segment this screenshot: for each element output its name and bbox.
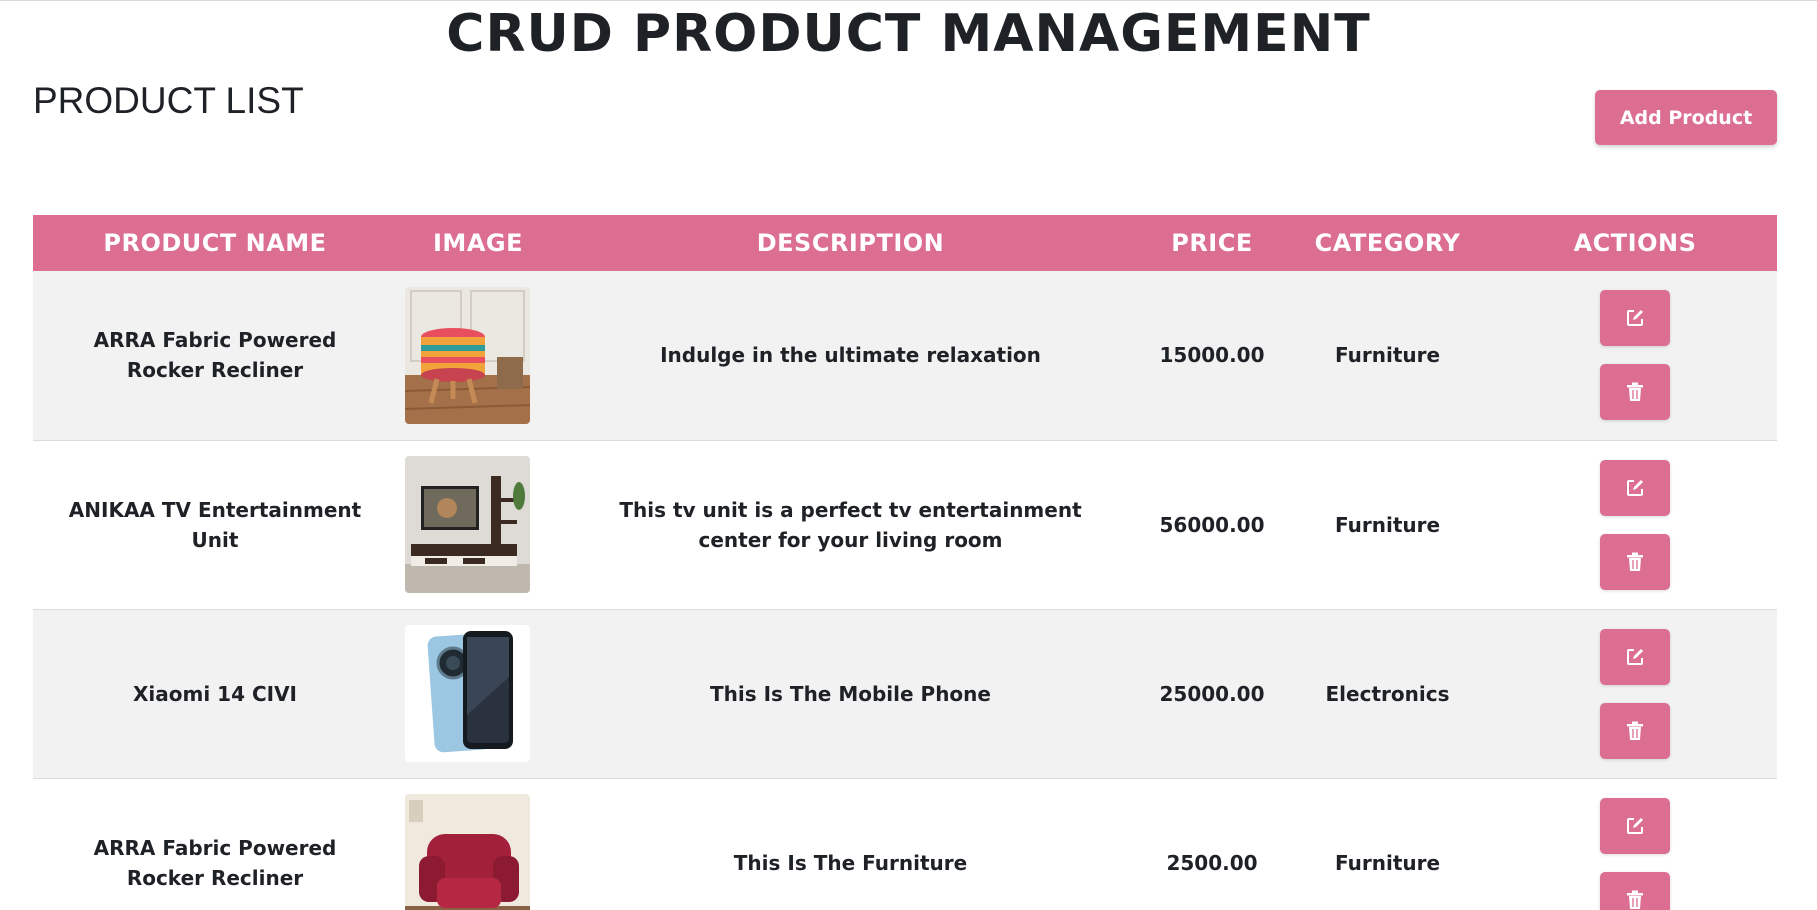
delete-button[interactable] [1600,871,1670,910]
header-price: PRICE [1171,229,1253,257]
add-product-button[interactable]: Add Product [1595,90,1777,145]
table-header-row: PRODUCT NAME IMAGE DESCRIPTION PRICE CAT… [33,215,1777,271]
header-actions: ACTIONS [1573,229,1697,257]
table-row: ARRA Fabric Powered Rocker Recliner Indu… [33,271,1777,440]
product-image [405,794,530,910]
product-image-cell [397,440,559,609]
top-border [0,0,1817,1]
product-category: Electronics [1325,681,1450,706]
product-actions [1493,609,1777,778]
trash-icon [1627,552,1643,571]
product-image [405,625,530,762]
edit-icon [1627,817,1643,834]
trash-icon [1627,382,1643,402]
delete-button[interactable] [1600,702,1670,759]
product-image [405,286,530,424]
header-description: DESCRIPTION [756,229,945,257]
product-price: 25000.00 [1159,681,1265,706]
edit-button[interactable] [1600,797,1670,854]
table-row: Xiaomi 14 CIVI This Is The Mobile Phone … [33,609,1777,778]
product-price: 2500.00 [1166,850,1258,875]
product-name: ANIKAA TV Entertainment Unit [68,497,362,552]
product-table: PRODUCT NAME IMAGE DESCRIPTION PRICE CAT… [33,215,1777,910]
table-row: ANIKAA TV Entertainment Unit This tv uni… [33,440,1777,609]
product-description: This Is The Mobile Phone [710,681,991,706]
product-price: 15000.00 [1159,343,1265,368]
app-title: CRUD PRODUCT MANAGEMENT [446,4,1371,64]
edit-button[interactable] [1600,290,1670,347]
product-image-cell [397,778,559,910]
edit-icon [1627,648,1643,665]
delete-button[interactable] [1600,364,1670,421]
edit-button[interactable] [1600,459,1670,516]
product-description: Indulge in the ultimate relaxation [660,343,1041,368]
page-title: PRODUCT LIST [33,80,304,121]
product-image-cell [397,271,559,440]
header-product-name: PRODUCT NAME [103,229,327,257]
delete-button[interactable] [1600,533,1670,590]
product-category: Furniture [1334,850,1441,875]
product-name: ARRA Fabric Powered Rocker Recliner [93,328,337,383]
product-actions [1493,271,1777,440]
product-price: 56000.00 [1159,512,1265,537]
trash-icon [1627,890,1643,909]
product-name: Xiaomi 14 CIVI [132,681,297,706]
trash-icon [1627,721,1643,740]
product-table-container: PRODUCT NAME IMAGE DESCRIPTION PRICE CAT… [33,215,1777,910]
product-image [405,456,530,593]
edit-icon [1627,310,1643,327]
product-description: This Is The Furniture [733,850,968,875]
product-actions [1493,440,1777,609]
edit-button[interactable] [1600,628,1670,685]
product-image-cell [397,609,559,778]
edit-icon [1627,479,1643,496]
header-image: IMAGE [433,229,523,257]
product-description: This tv unit is a perfect tv entertainme… [619,497,1082,552]
product-name: ARRA Fabric Powered Rocker Recliner [93,835,337,890]
product-category: Furniture [1334,512,1441,537]
header-category: CATEGORY [1314,229,1461,257]
table-row: ARRA Fabric Powered Rocker Recliner This… [33,778,1777,910]
product-category: Furniture [1334,343,1441,368]
product-actions [1493,778,1777,910]
